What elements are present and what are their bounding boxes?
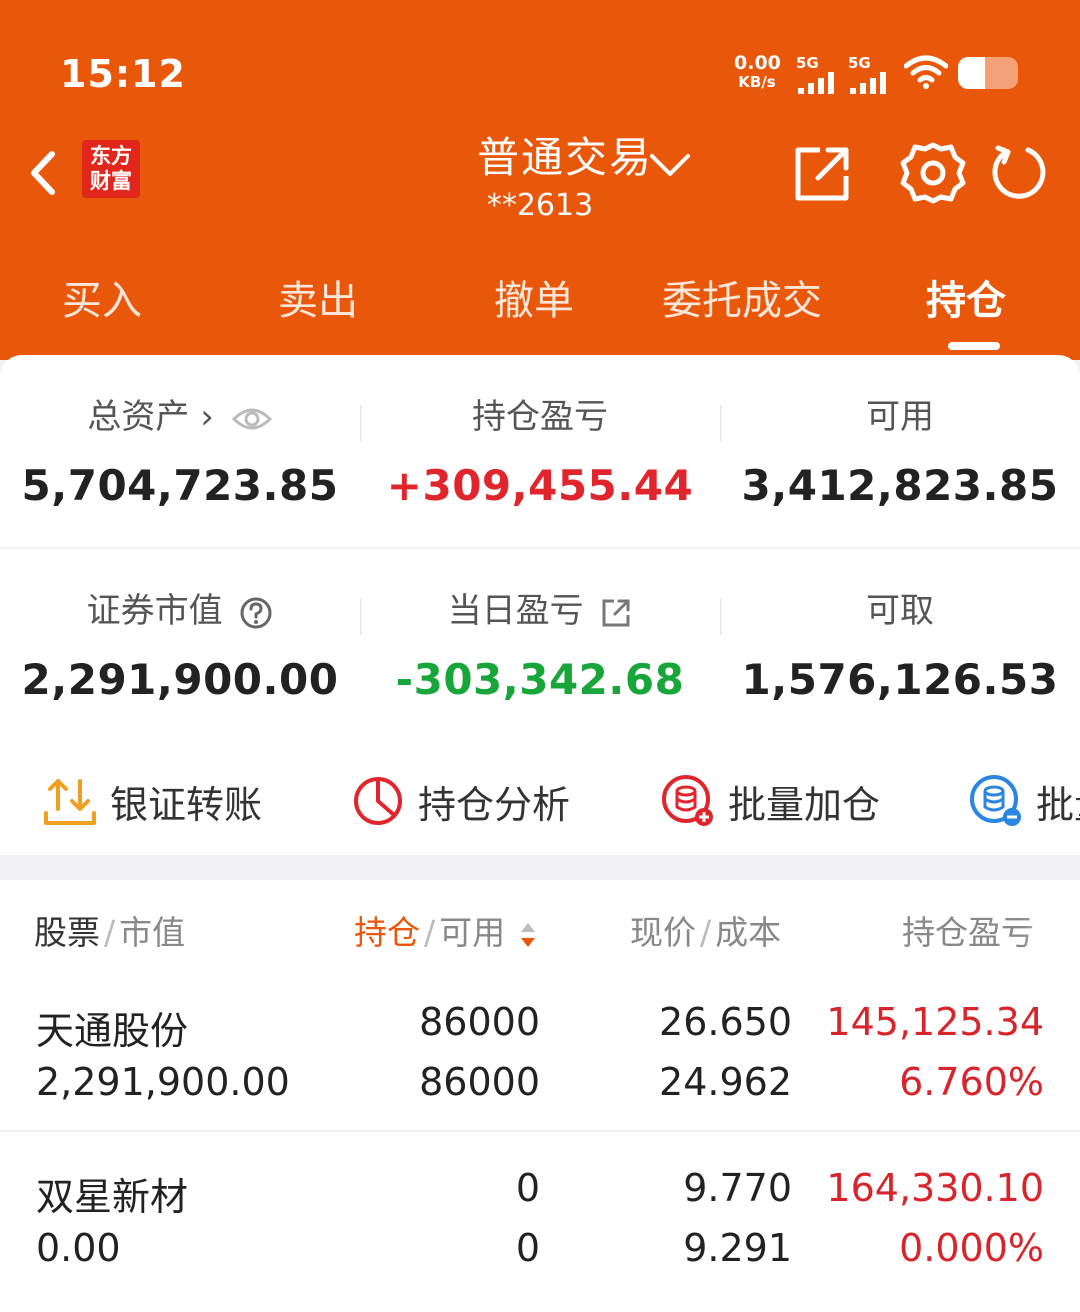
market-value-label: 证券市值	[86, 591, 223, 631]
help-icon[interactable]	[239, 596, 273, 630]
brand-logo: 东方 财富	[82, 140, 140, 198]
battery-icon	[958, 57, 1018, 89]
withdrawable-label: 可取	[866, 591, 934, 631]
gear-icon[interactable]	[900, 140, 966, 206]
app-header: 15:12 0.00 KB/s 5G 5G 东方 财富 普通交易 **2613 …	[0, 0, 1080, 360]
stock-name: 天通股份	[36, 1009, 189, 1053]
position-pnl-percent: 0.000%	[899, 1226, 1044, 1270]
col-header-stock: 股票 / 市值	[34, 913, 186, 952]
account-number: **2613	[486, 188, 594, 223]
col-header-pnl: 持仓盈亏	[902, 913, 1034, 952]
stock-name: 双星新材	[36, 1175, 189, 1219]
position-analysis-button[interactable]: 持仓分析	[350, 771, 570, 831]
current-price: 26.650	[659, 1000, 792, 1044]
position-pnl: 145,125.34	[826, 1000, 1044, 1044]
tab-positions[interactable]: 持仓	[926, 268, 1006, 326]
position-pnl: 164,330.10	[826, 1166, 1044, 1210]
wifi-icon	[904, 55, 948, 89]
batch-add-icon	[662, 775, 713, 826]
withdrawable-funds: 可取 1,576,126.53	[720, 589, 1080, 704]
divider	[0, 1130, 1080, 1132]
position-pnl-value: +309,455.44	[386, 461, 694, 510]
table-row[interactable]: 天通股份 2,291,900.00 86000 86000 26.650 24.…	[0, 990, 1080, 1120]
back-arrow-icon[interactable]	[24, 148, 64, 198]
tab-buy[interactable]: 买入	[62, 268, 142, 326]
share-icon[interactable]	[790, 142, 854, 206]
signal-icon-sim1: 5G	[796, 54, 840, 94]
available-qty: 0	[515, 1226, 540, 1270]
active-tab-indicator	[948, 342, 1000, 350]
current-price: 9.770	[683, 1166, 792, 1210]
col-header-price: 现价 / 成本	[630, 913, 782, 952]
table-row[interactable]: 双星新材 0.00 0 0 9.770 9.291 164,330.10 0.0…	[0, 1156, 1080, 1286]
position-pnl-percent: 6.760%	[899, 1060, 1044, 1104]
network-speed-value: 0.00	[734, 52, 781, 74]
tab-sell[interactable]: 卖出	[278, 268, 358, 326]
daily-pnl[interactable]: 当日盈亏 -303,342.68	[360, 589, 720, 704]
cost-price: 24.962	[659, 1060, 792, 1104]
total-assets-value: 5,704,723.85	[21, 461, 339, 510]
col-header-position[interactable]: 持仓 / 可用	[354, 906, 538, 954]
market-value-value: 2,291,900.00	[21, 655, 339, 704]
batch-reduce-button[interactable]: 批量	[968, 771, 1080, 831]
cost-price: 9.291	[683, 1226, 792, 1270]
total-assets-label: 总资产 ›	[87, 397, 214, 437]
position-pnl: 持仓盈亏 +309,455.44	[360, 395, 720, 510]
daily-pnl-label: 当日盈亏	[447, 591, 584, 631]
sort-icon[interactable]	[518, 920, 538, 950]
daily-pnl-value: -303,342.68	[395, 655, 685, 704]
available-funds: 可用 3,412,823.85	[720, 395, 1080, 510]
network-speed-unit: KB/s	[738, 73, 776, 91]
trade-tabs: 买入 卖出 撤单 委托成交 持仓	[0, 262, 1080, 352]
available-funds-value: 3,412,823.85	[741, 461, 1059, 510]
market-value: 证券市值 2,291,900.00	[0, 589, 360, 704]
tab-orders-trades[interactable]: 委托成交	[662, 268, 822, 326]
quick-actions: 银证转账 持仓分析 批量加仓 批	[0, 767, 1080, 837]
position-qty: 86000	[419, 1000, 540, 1044]
available-funds-label: 可用	[866, 397, 934, 437]
available-qty: 86000	[419, 1060, 540, 1104]
pie-chart-icon	[354, 777, 402, 825]
withdrawable-value: 1,576,126.53	[741, 655, 1059, 704]
eye-icon[interactable]	[231, 405, 273, 433]
position-pnl-label: 持仓盈亏	[472, 397, 608, 437]
network-speed: 0.00 KB/s	[734, 52, 781, 92]
stock-market-value: 0.00	[36, 1226, 121, 1270]
tab-cancel-order[interactable]: 撤单	[494, 268, 574, 326]
divider	[0, 547, 1080, 549]
stock-market-value: 2,291,900.00	[36, 1060, 290, 1104]
clock: 15:12	[60, 52, 186, 96]
external-link-icon[interactable]	[600, 597, 632, 629]
bank-transfer-button[interactable]: 银证转账	[42, 771, 262, 831]
total-assets[interactable]: 总资产 › 5,704,723.85	[0, 395, 360, 510]
account-summary: 总资产 › 5,704,723.85 持仓盈亏 +309,455.44 可用 3…	[0, 355, 1080, 855]
position-qty: 0	[515, 1166, 540, 1210]
refresh-icon[interactable]	[990, 142, 1050, 202]
chevron-down-icon[interactable]	[648, 148, 692, 182]
transfer-icon	[44, 779, 96, 825]
holdings-table: 股票 / 市值 持仓 / 可用 现价 / 成本 持仓盈亏 天通股份 2,291,900.00…	[0, 880, 1080, 1312]
status-bar: 15:12 0.00 KB/s 5G 5G	[0, 0, 1080, 120]
batch-add-button[interactable]: 批量加仓	[660, 771, 880, 831]
batch-reduce-icon	[970, 775, 1021, 826]
signal-icon-sim2: 5G	[848, 54, 892, 94]
